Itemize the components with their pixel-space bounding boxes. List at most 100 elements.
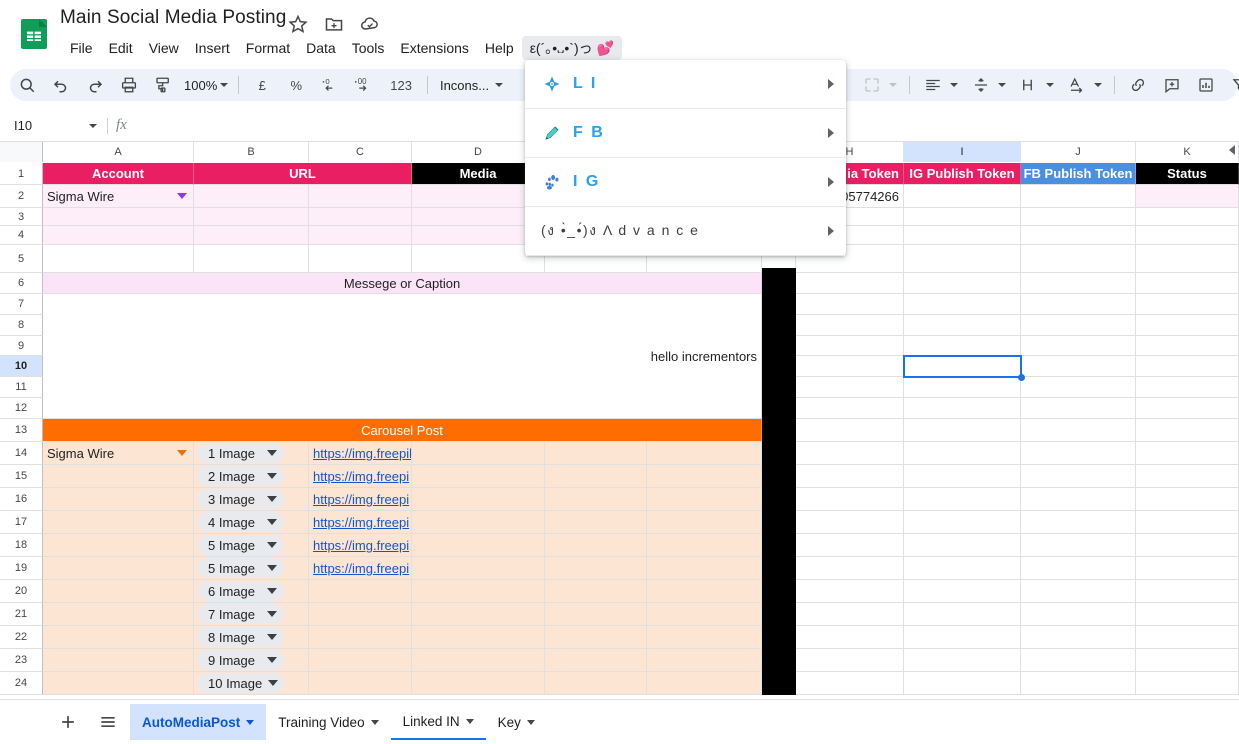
cell-h15[interactable] xyxy=(796,465,904,488)
chevron-down-icon[interactable] xyxy=(526,719,535,725)
add-sheet-icon[interactable] xyxy=(50,704,86,740)
cell-f18[interactable] xyxy=(647,534,762,557)
star-icon[interactable] xyxy=(288,14,308,34)
chevron-down-icon[interactable] xyxy=(370,719,379,725)
chevron-down-icon[interactable] xyxy=(998,83,1006,87)
cell-j11[interactable] xyxy=(1021,377,1136,398)
cell-i7[interactable] xyxy=(904,294,1021,315)
more-formats-button[interactable]: 123 xyxy=(384,71,418,99)
all-sheets-icon[interactable] xyxy=(90,704,126,740)
image-chip[interactable]: 10 Image xyxy=(198,673,284,693)
decrease-decimal-button[interactable]: 0 xyxy=(316,71,344,99)
menu-view[interactable]: View xyxy=(141,36,187,60)
image-chip[interactable]: 5 Image xyxy=(198,558,284,578)
cell-k19[interactable] xyxy=(1136,557,1239,580)
cell-d21[interactable] xyxy=(412,603,545,626)
cell-f22[interactable] xyxy=(647,626,762,649)
url-link[interactable]: https://img.freepi xyxy=(313,538,409,553)
cell-c18-url[interactable]: https://img.freepi xyxy=(309,534,412,557)
cell-f16[interactable] xyxy=(647,488,762,511)
cell-j19[interactable] xyxy=(1021,557,1136,580)
cell-f21[interactable] xyxy=(647,603,762,626)
cell-k9[interactable] xyxy=(1136,336,1239,356)
menu-edit[interactable]: Edit xyxy=(101,36,141,60)
row-header-3[interactable]: 3 xyxy=(0,208,43,226)
sheet-tab-linked-in[interactable]: Linked IN xyxy=(390,704,486,740)
cell-h18[interactable] xyxy=(796,534,904,557)
cell-i3[interactable] xyxy=(904,208,1021,226)
cell-h16[interactable] xyxy=(796,488,904,511)
cell-j18[interactable] xyxy=(1021,534,1136,557)
cell-j10[interactable] xyxy=(1021,356,1136,377)
cell-k24[interactable] xyxy=(1136,672,1239,695)
cell-k5[interactable] xyxy=(1136,245,1239,273)
cell-i17[interactable] xyxy=(904,511,1021,534)
cell-e15[interactable] xyxy=(545,465,647,488)
row-header-11[interactable]: 11 xyxy=(0,377,43,398)
cell-i9[interactable] xyxy=(904,336,1021,356)
text-wrap-icon[interactable] xyxy=(1015,71,1043,99)
currency-format-button[interactable]: £ xyxy=(248,71,276,99)
cell-k4[interactable] xyxy=(1136,226,1239,245)
data-validation-dropdown-icon[interactable] xyxy=(177,193,187,199)
cell-h21[interactable] xyxy=(796,603,904,626)
column-header-b[interactable]: B xyxy=(194,142,309,162)
cell-b18-image-selector[interactable]: 5 Image xyxy=(194,534,309,557)
cell-e24[interactable] xyxy=(545,672,647,695)
sheet-tab-automediapost[interactable]: AutoMediaPost xyxy=(130,704,267,740)
cell-a15[interactable] xyxy=(43,465,194,488)
undo-icon[interactable] xyxy=(47,71,75,99)
row-header-18[interactable]: 18 xyxy=(0,534,43,557)
cell-d16[interactable] xyxy=(412,488,545,511)
column-header-a[interactable]: A xyxy=(43,142,194,162)
fill-handle[interactable] xyxy=(1018,374,1025,381)
row-header-6[interactable]: 6 xyxy=(0,273,43,294)
row-header-15[interactable]: 15 xyxy=(0,465,43,488)
cell-j14[interactable] xyxy=(1021,442,1136,465)
cell-j5[interactable] xyxy=(1021,245,1136,273)
cell-b22-image-selector[interactable]: 8 Image xyxy=(194,626,309,649)
cell-a2-account[interactable]: Sigma Wire xyxy=(43,185,194,208)
cell-i6[interactable] xyxy=(904,273,1021,294)
menu-file[interactable]: File xyxy=(62,36,101,60)
cell-k1-status-header[interactable]: Status xyxy=(1136,163,1239,185)
search-icon[interactable] xyxy=(13,71,41,99)
redo-icon[interactable] xyxy=(81,71,109,99)
percent-format-button[interactable]: % xyxy=(282,71,310,99)
menu-item-fb[interactable]: F B xyxy=(525,109,846,158)
cell-c22[interactable] xyxy=(309,626,412,649)
cell-h23[interactable] xyxy=(796,649,904,672)
cell-i5[interactable] xyxy=(904,245,1021,273)
cell-h12[interactable] xyxy=(796,398,904,419)
column-g-black-fill[interactable] xyxy=(762,268,796,695)
cell-f23[interactable] xyxy=(647,649,762,672)
cell-h13[interactable] xyxy=(796,419,904,442)
cell-j20[interactable] xyxy=(1021,580,1136,603)
image-chip[interactable]: 7 Image xyxy=(198,604,284,624)
cell-e19[interactable] xyxy=(545,557,647,580)
cell-a5[interactable] xyxy=(43,245,194,273)
row-header-5[interactable]: 5 xyxy=(0,245,43,273)
row-header-12[interactable]: 12 xyxy=(0,398,43,419)
image-chip[interactable]: 6 Image xyxy=(198,581,284,601)
cell-c4[interactable] xyxy=(309,226,412,245)
cell-i4[interactable] xyxy=(904,226,1021,245)
cell-c15-url[interactable]: https://img.freepi xyxy=(309,465,412,488)
row-header-24[interactable]: 24 xyxy=(0,672,43,695)
cell-i2[interactable] xyxy=(904,185,1021,208)
cell-d23[interactable] xyxy=(412,649,545,672)
cell-k11[interactable] xyxy=(1136,377,1239,398)
cell-j17[interactable] xyxy=(1021,511,1136,534)
cell-i13[interactable] xyxy=(904,419,1021,442)
cell-i24[interactable] xyxy=(904,672,1021,695)
url-link[interactable]: https://img.freepik xyxy=(313,446,411,461)
cell-k2[interactable] xyxy=(1136,185,1239,208)
cell-i22[interactable] xyxy=(904,626,1021,649)
cell-e20[interactable] xyxy=(545,580,647,603)
cell-f19[interactable] xyxy=(647,557,762,580)
cell-h8[interactable] xyxy=(796,315,904,336)
cell-a16[interactable] xyxy=(43,488,194,511)
cell-c24[interactable] xyxy=(309,672,412,695)
cell-k21[interactable] xyxy=(1136,603,1239,626)
cell-j9[interactable] xyxy=(1021,336,1136,356)
